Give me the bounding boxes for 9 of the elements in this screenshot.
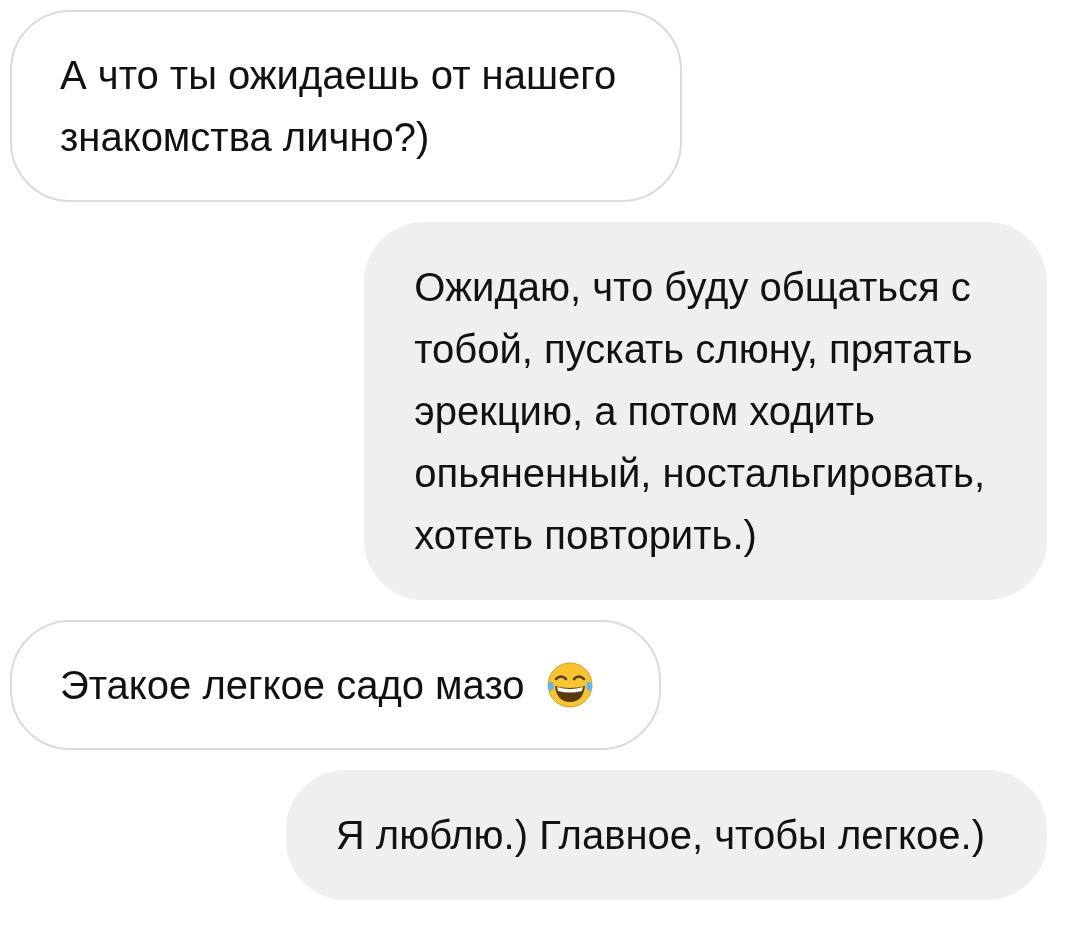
message-text: эрекцию, а потом ходить [414, 388, 876, 435]
message-text: Я люблю.) Главное, чтобы легкое.) [335, 812, 985, 859]
message-text: А что ты ожидаешь от нашего [60, 52, 617, 99]
message-text: знакомства лично?) [60, 114, 431, 161]
message-text: Ожидаю, что буду общаться с [414, 264, 972, 311]
message-text: тобой, пускать слюну, прятать [414, 326, 974, 373]
message-text: хотеть повторить.) [414, 512, 758, 559]
message-text: Этакое легкое садо мазо [60, 662, 525, 709]
message-text: опьяненный, ностальгировать, [414, 450, 985, 497]
